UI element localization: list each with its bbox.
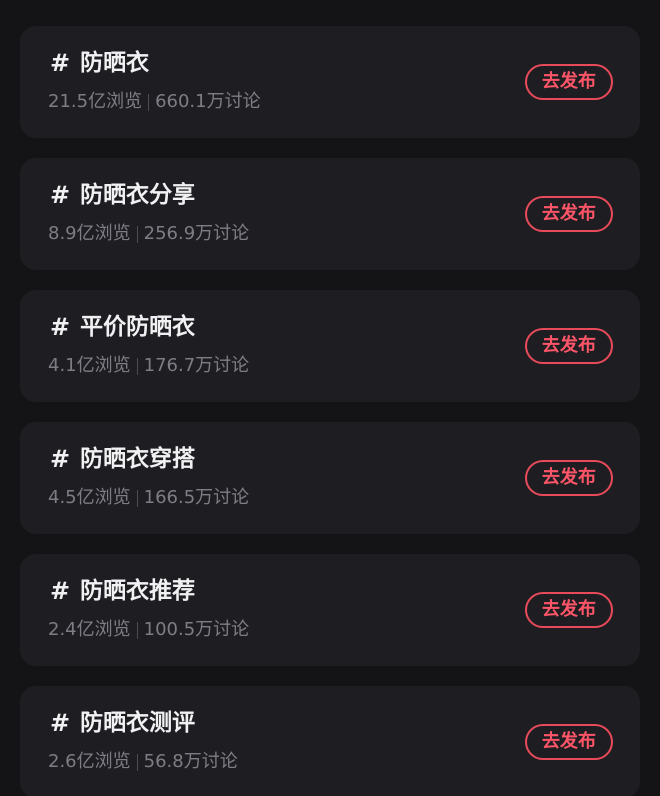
stats-divider: [136, 225, 138, 243]
topic-stats: 4.5亿浏览 166.5万讨论: [48, 486, 249, 510]
topic-title: 防晒衣推荐: [80, 578, 196, 604]
topic-stats: 4.1亿浏览 176.7万讨论: [48, 354, 249, 378]
publish-button[interactable]: 去发布: [525, 64, 613, 100]
topic-discussions: 166.5万讨论: [143, 487, 250, 508]
topic-discussions: 56.8万讨论: [143, 751, 238, 772]
topic-views: 21.5亿浏览: [48, 91, 143, 112]
topic-discussions: 660.1万讨论: [155, 91, 261, 112]
topic-views: 4.1亿浏览: [48, 355, 131, 376]
stats-divider: [136, 621, 138, 639]
topic-card[interactable]: # 防晒衣 21.5亿浏览 660.1万讨论 去发布: [20, 26, 640, 138]
stats-divider: [136, 753, 138, 771]
topic-card[interactable]: # 防晒衣测评 2.6亿浏览 56.8万讨论 去发布: [20, 686, 640, 796]
topic-title: 防晒衣分享: [80, 182, 196, 208]
topic-card[interactable]: # 防晒衣分享 8.9亿浏览 256.9万讨论 去发布: [20, 158, 640, 270]
publish-button[interactable]: 去发布: [525, 592, 613, 628]
topic-title-row: # 防晒衣推荐: [50, 576, 195, 606]
topic-title: 防晒衣: [80, 50, 150, 76]
topic-stats: 8.9亿浏览 256.9万讨论: [48, 222, 249, 246]
hashtag-icon: #: [50, 49, 71, 77]
topic-title-row: # 平价防晒衣: [50, 312, 195, 342]
topic-title-row: # 防晒衣分享: [50, 180, 195, 210]
topic-views: 4.5亿浏览: [48, 487, 131, 508]
stats-divider: [136, 357, 138, 375]
topic-discussions: 256.9万讨论: [143, 223, 250, 244]
hashtag-icon: #: [50, 313, 71, 341]
hashtag-icon: #: [50, 181, 71, 209]
publish-button[interactable]: 去发布: [525, 196, 613, 232]
topic-title: 平价防晒衣: [80, 314, 196, 340]
hashtag-icon: #: [50, 445, 71, 473]
topic-discussions: 176.7万讨论: [143, 355, 250, 376]
publish-button[interactable]: 去发布: [525, 460, 613, 496]
publish-button[interactable]: 去发布: [525, 328, 613, 364]
topic-card[interactable]: # 平价防晒衣 4.1亿浏览 176.7万讨论 去发布: [20, 290, 640, 402]
topic-title-row: # 防晒衣测评: [50, 708, 195, 738]
topic-card[interactable]: # 防晒衣穿搭 4.5亿浏览 166.5万讨论 去发布: [20, 422, 640, 534]
topic-list: # 防晒衣 21.5亿浏览 660.1万讨论 去发布 # 防晒衣分享 8.9亿浏…: [0, 0, 660, 796]
stats-divider: [148, 93, 150, 111]
topic-title-row: # 防晒衣: [50, 48, 149, 78]
topic-title: 防晒衣穿搭: [80, 446, 196, 472]
topic-discussions: 100.5万讨论: [143, 619, 250, 640]
topic-views: 2.6亿浏览: [48, 751, 131, 772]
topic-title: 防晒衣测评: [80, 710, 196, 736]
stats-divider: [136, 489, 138, 507]
topic-views: 2.4亿浏览: [48, 619, 131, 640]
hashtag-icon: #: [50, 709, 71, 737]
topic-views: 8.9亿浏览: [48, 223, 131, 244]
topic-title-row: # 防晒衣穿搭: [50, 444, 195, 474]
hashtag-icon: #: [50, 577, 71, 605]
publish-button[interactable]: 去发布: [525, 724, 613, 760]
topic-stats: 2.6亿浏览 56.8万讨论: [48, 750, 238, 774]
topic-card[interactable]: # 防晒衣推荐 2.4亿浏览 100.5万讨论 去发布: [20, 554, 640, 666]
topic-stats: 21.5亿浏览 660.1万讨论: [48, 90, 261, 114]
topic-stats: 2.4亿浏览 100.5万讨论: [48, 618, 249, 642]
